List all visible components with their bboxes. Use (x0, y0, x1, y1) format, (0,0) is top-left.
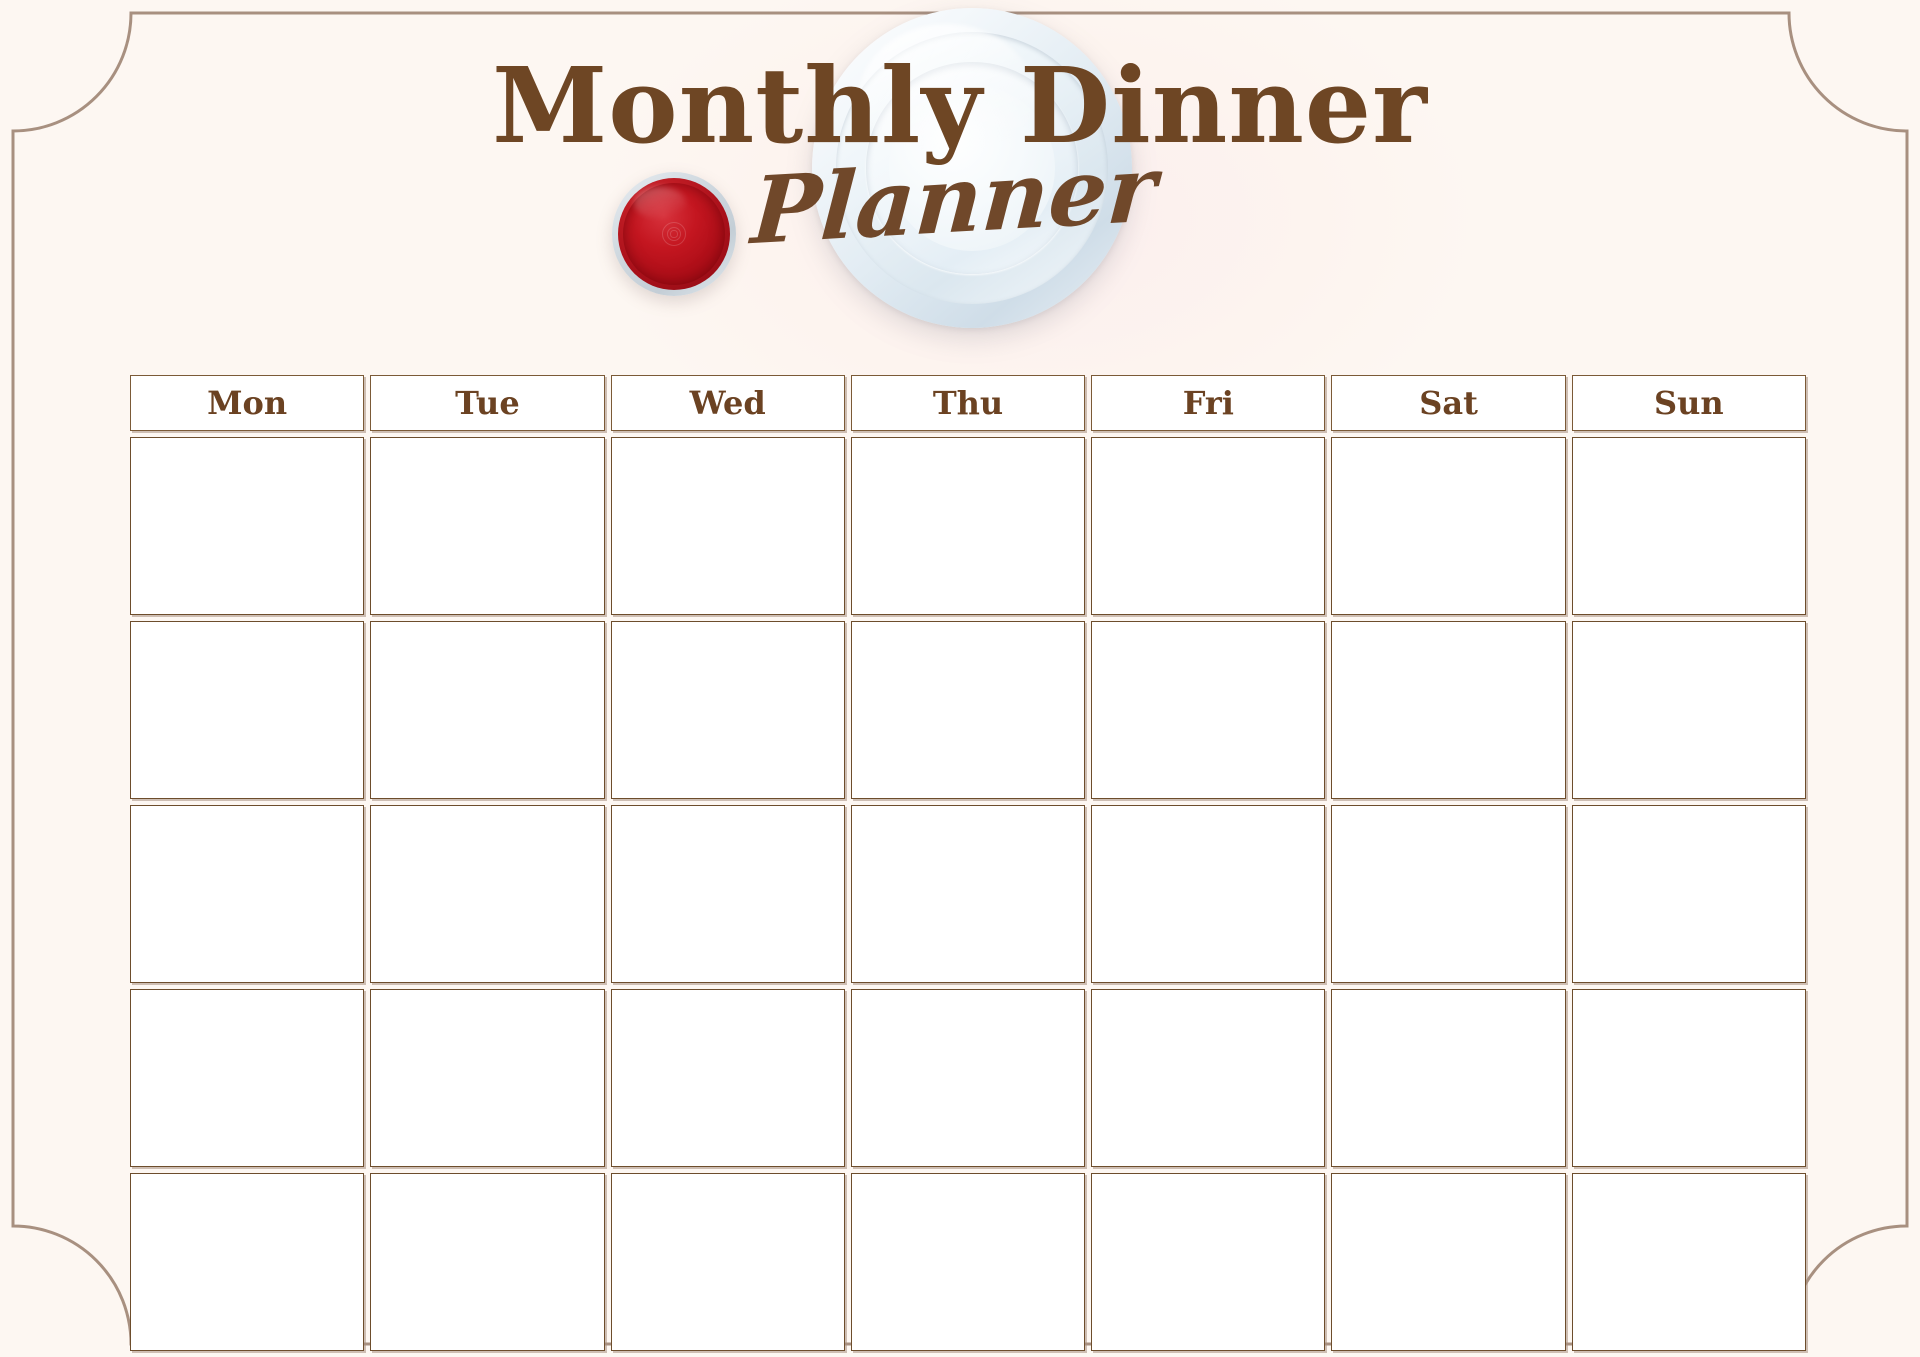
calendar-week-row (130, 1173, 1806, 1351)
calendar-day-cell[interactable] (130, 621, 365, 799)
calendar-day-cell[interactable] (370, 805, 605, 983)
calendar-week-row (130, 437, 1806, 615)
calendar-day-cell[interactable] (610, 621, 845, 799)
calendar-day-cell[interactable] (1571, 805, 1806, 983)
monthly-calendar: Mon Tue Wed Thu Fri Sat Sun (130, 375, 1806, 1351)
calendar-day-cell[interactable] (130, 805, 365, 983)
weekday-header-tue: Tue (370, 375, 605, 431)
weekday-header-row: Mon Tue Wed Thu Fri Sat Sun (130, 375, 1806, 431)
calendar-day-cell[interactable] (850, 1173, 1086, 1351)
weekday-label: Mon (207, 384, 288, 422)
weekday-header-sun: Sun (1571, 375, 1806, 431)
calendar-day-cell[interactable] (610, 1173, 845, 1351)
calendar-day-cell[interactable] (1091, 989, 1326, 1167)
weekday-header-thu: Thu (850, 375, 1086, 431)
calendar-day-cell[interactable] (1091, 1173, 1326, 1351)
calendar-day-cell[interactable] (370, 621, 605, 799)
calendar-day-cell[interactable] (370, 1173, 605, 1351)
weekday-label: Sat (1419, 384, 1478, 422)
calendar-day-cell[interactable] (1331, 805, 1566, 983)
calendar-day-cell[interactable] (610, 805, 845, 983)
calendar-day-cell[interactable] (850, 989, 1086, 1167)
wine-glass-illustration (612, 172, 736, 296)
calendar-day-cell[interactable] (1091, 437, 1326, 615)
calendar-day-cell[interactable] (1331, 1173, 1566, 1351)
calendar-day-cell[interactable] (130, 437, 365, 615)
calendar-day-cell[interactable] (610, 437, 845, 615)
calendar-day-cell[interactable] (1571, 437, 1806, 615)
calendar-day-cell[interactable] (610, 989, 845, 1167)
weekday-header-wed: Wed (610, 375, 845, 431)
weekday-label: Fri (1182, 384, 1234, 422)
wine-ripple-inner (670, 230, 678, 238)
weekday-label: Thu (932, 384, 1004, 422)
calendar-week-row (130, 805, 1806, 983)
calendar-day-cell[interactable] (130, 1173, 365, 1351)
calendar-week-rows (130, 437, 1806, 1351)
calendar-week-row (130, 989, 1806, 1167)
calendar-day-cell[interactable] (850, 621, 1086, 799)
page-subtitle: Planner (748, 134, 1160, 266)
calendar-day-cell[interactable] (1091, 621, 1326, 799)
calendar-day-cell[interactable] (1091, 805, 1326, 983)
calendar-day-cell[interactable] (1571, 1173, 1806, 1351)
calendar-week-row (130, 621, 1806, 799)
weekday-header-mon: Mon (130, 375, 365, 431)
page-title: Monthly Dinner (492, 44, 1428, 167)
calendar-day-cell[interactable] (850, 805, 1086, 983)
weekday-header-sat: Sat (1331, 375, 1566, 431)
weekday-label: Sun (1654, 384, 1724, 422)
calendar-day-cell[interactable] (1571, 989, 1806, 1167)
weekday-label: Wed (689, 384, 766, 422)
weekday-header-fri: Fri (1091, 375, 1326, 431)
calendar-day-cell[interactable] (370, 989, 605, 1167)
calendar-day-cell[interactable] (1331, 621, 1566, 799)
planner-page: Monthly Dinner Planner Mon Tue Wed Thu Fri Sa… (0, 0, 1920, 1357)
calendar-day-cell[interactable] (130, 989, 365, 1167)
calendar-day-cell[interactable] (1331, 989, 1566, 1167)
calendar-day-cell[interactable] (1331, 437, 1566, 615)
masthead: Monthly Dinner Planner (0, 0, 1920, 372)
weekday-label: Tue (455, 384, 520, 422)
calendar-day-cell[interactable] (850, 437, 1086, 615)
calendar-day-cell[interactable] (1571, 621, 1806, 799)
calendar-day-cell[interactable] (370, 437, 605, 615)
